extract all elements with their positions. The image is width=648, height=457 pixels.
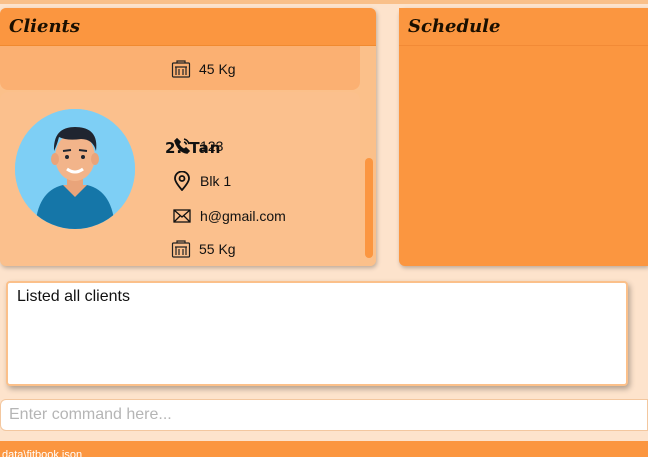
client-weight-row: 55 Kg bbox=[171, 239, 236, 259]
result-display: Listed all clients bbox=[6, 281, 628, 386]
clients-panel: Clients 45 Kg 2. Tan 123 Blk 1 h@gmail.c… bbox=[0, 8, 376, 266]
schedule-panel-title: Schedule bbox=[399, 8, 648, 46]
client-card-previous[interactable]: 45 Kg bbox=[0, 46, 360, 90]
status-bar: data\fitbook.json bbox=[0, 441, 648, 457]
client-list[interactable]: 45 Kg 2. Tan 123 Blk 1 h@gmail.com 55 Kg bbox=[0, 46, 362, 266]
avatar bbox=[15, 109, 135, 229]
client-email-row: h@gmail.com bbox=[172, 206, 286, 226]
save-file-path: data\fitbook.json bbox=[2, 449, 83, 457]
clients-panel-title: Clients bbox=[0, 8, 376, 46]
client-phone: 123 bbox=[200, 138, 224, 154]
scrollbar-thumb[interactable] bbox=[365, 158, 373, 258]
weight-scale-icon bbox=[171, 59, 191, 79]
schedule-panel: Schedule bbox=[399, 8, 648, 266]
command-box[interactable] bbox=[0, 399, 648, 431]
client-weight: 55 Kg bbox=[199, 241, 236, 257]
client-address-row: Blk 1 bbox=[172, 171, 231, 191]
client-email: h@gmail.com bbox=[200, 208, 286, 224]
command-input[interactable] bbox=[1, 400, 647, 430]
weight-scale-icon bbox=[171, 239, 191, 259]
phone-icon bbox=[172, 136, 192, 156]
client-weight-row: 45 Kg bbox=[171, 59, 236, 79]
mail-icon bbox=[172, 206, 192, 226]
client-card[interactable]: 2. Tan 123 Blk 1 h@gmail.com 55 Kg bbox=[0, 92, 360, 266]
top-border bbox=[0, 0, 648, 4]
location-pin-icon bbox=[172, 171, 192, 191]
client-address: Blk 1 bbox=[200, 173, 232, 189]
client-phone-row: 123 bbox=[172, 136, 223, 156]
client-weight: 45 Kg bbox=[199, 61, 236, 77]
result-text: Listed all clients bbox=[17, 288, 130, 305]
